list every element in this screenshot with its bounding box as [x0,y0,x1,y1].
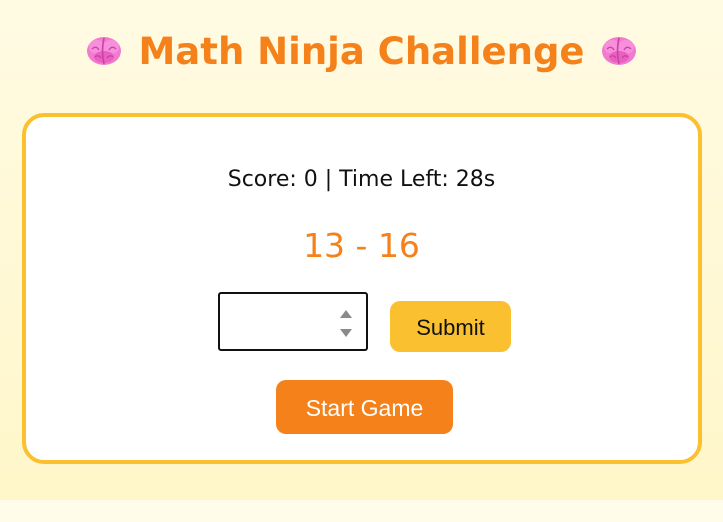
spinner-down-arrow-icon[interactable] [340,329,352,337]
brain-icon [87,36,122,65]
title-text: Math Ninja Challenge [138,30,585,73]
start-game-button[interactable]: Start Game [276,380,453,434]
math-problem: 13 - 16 [303,226,420,265]
brain-icon [601,36,636,65]
score-time-status: Score: 0 | Time Left: 28s [227,167,496,192]
answer-input[interactable] [226,300,340,345]
page-title: Math Ninja Challenge [0,26,723,78]
spinner-up-arrow-icon[interactable] [340,310,352,318]
submit-button[interactable]: Submit [390,301,511,352]
answer-number-field[interactable] [218,292,368,351]
page-footer-strip [0,500,723,522]
